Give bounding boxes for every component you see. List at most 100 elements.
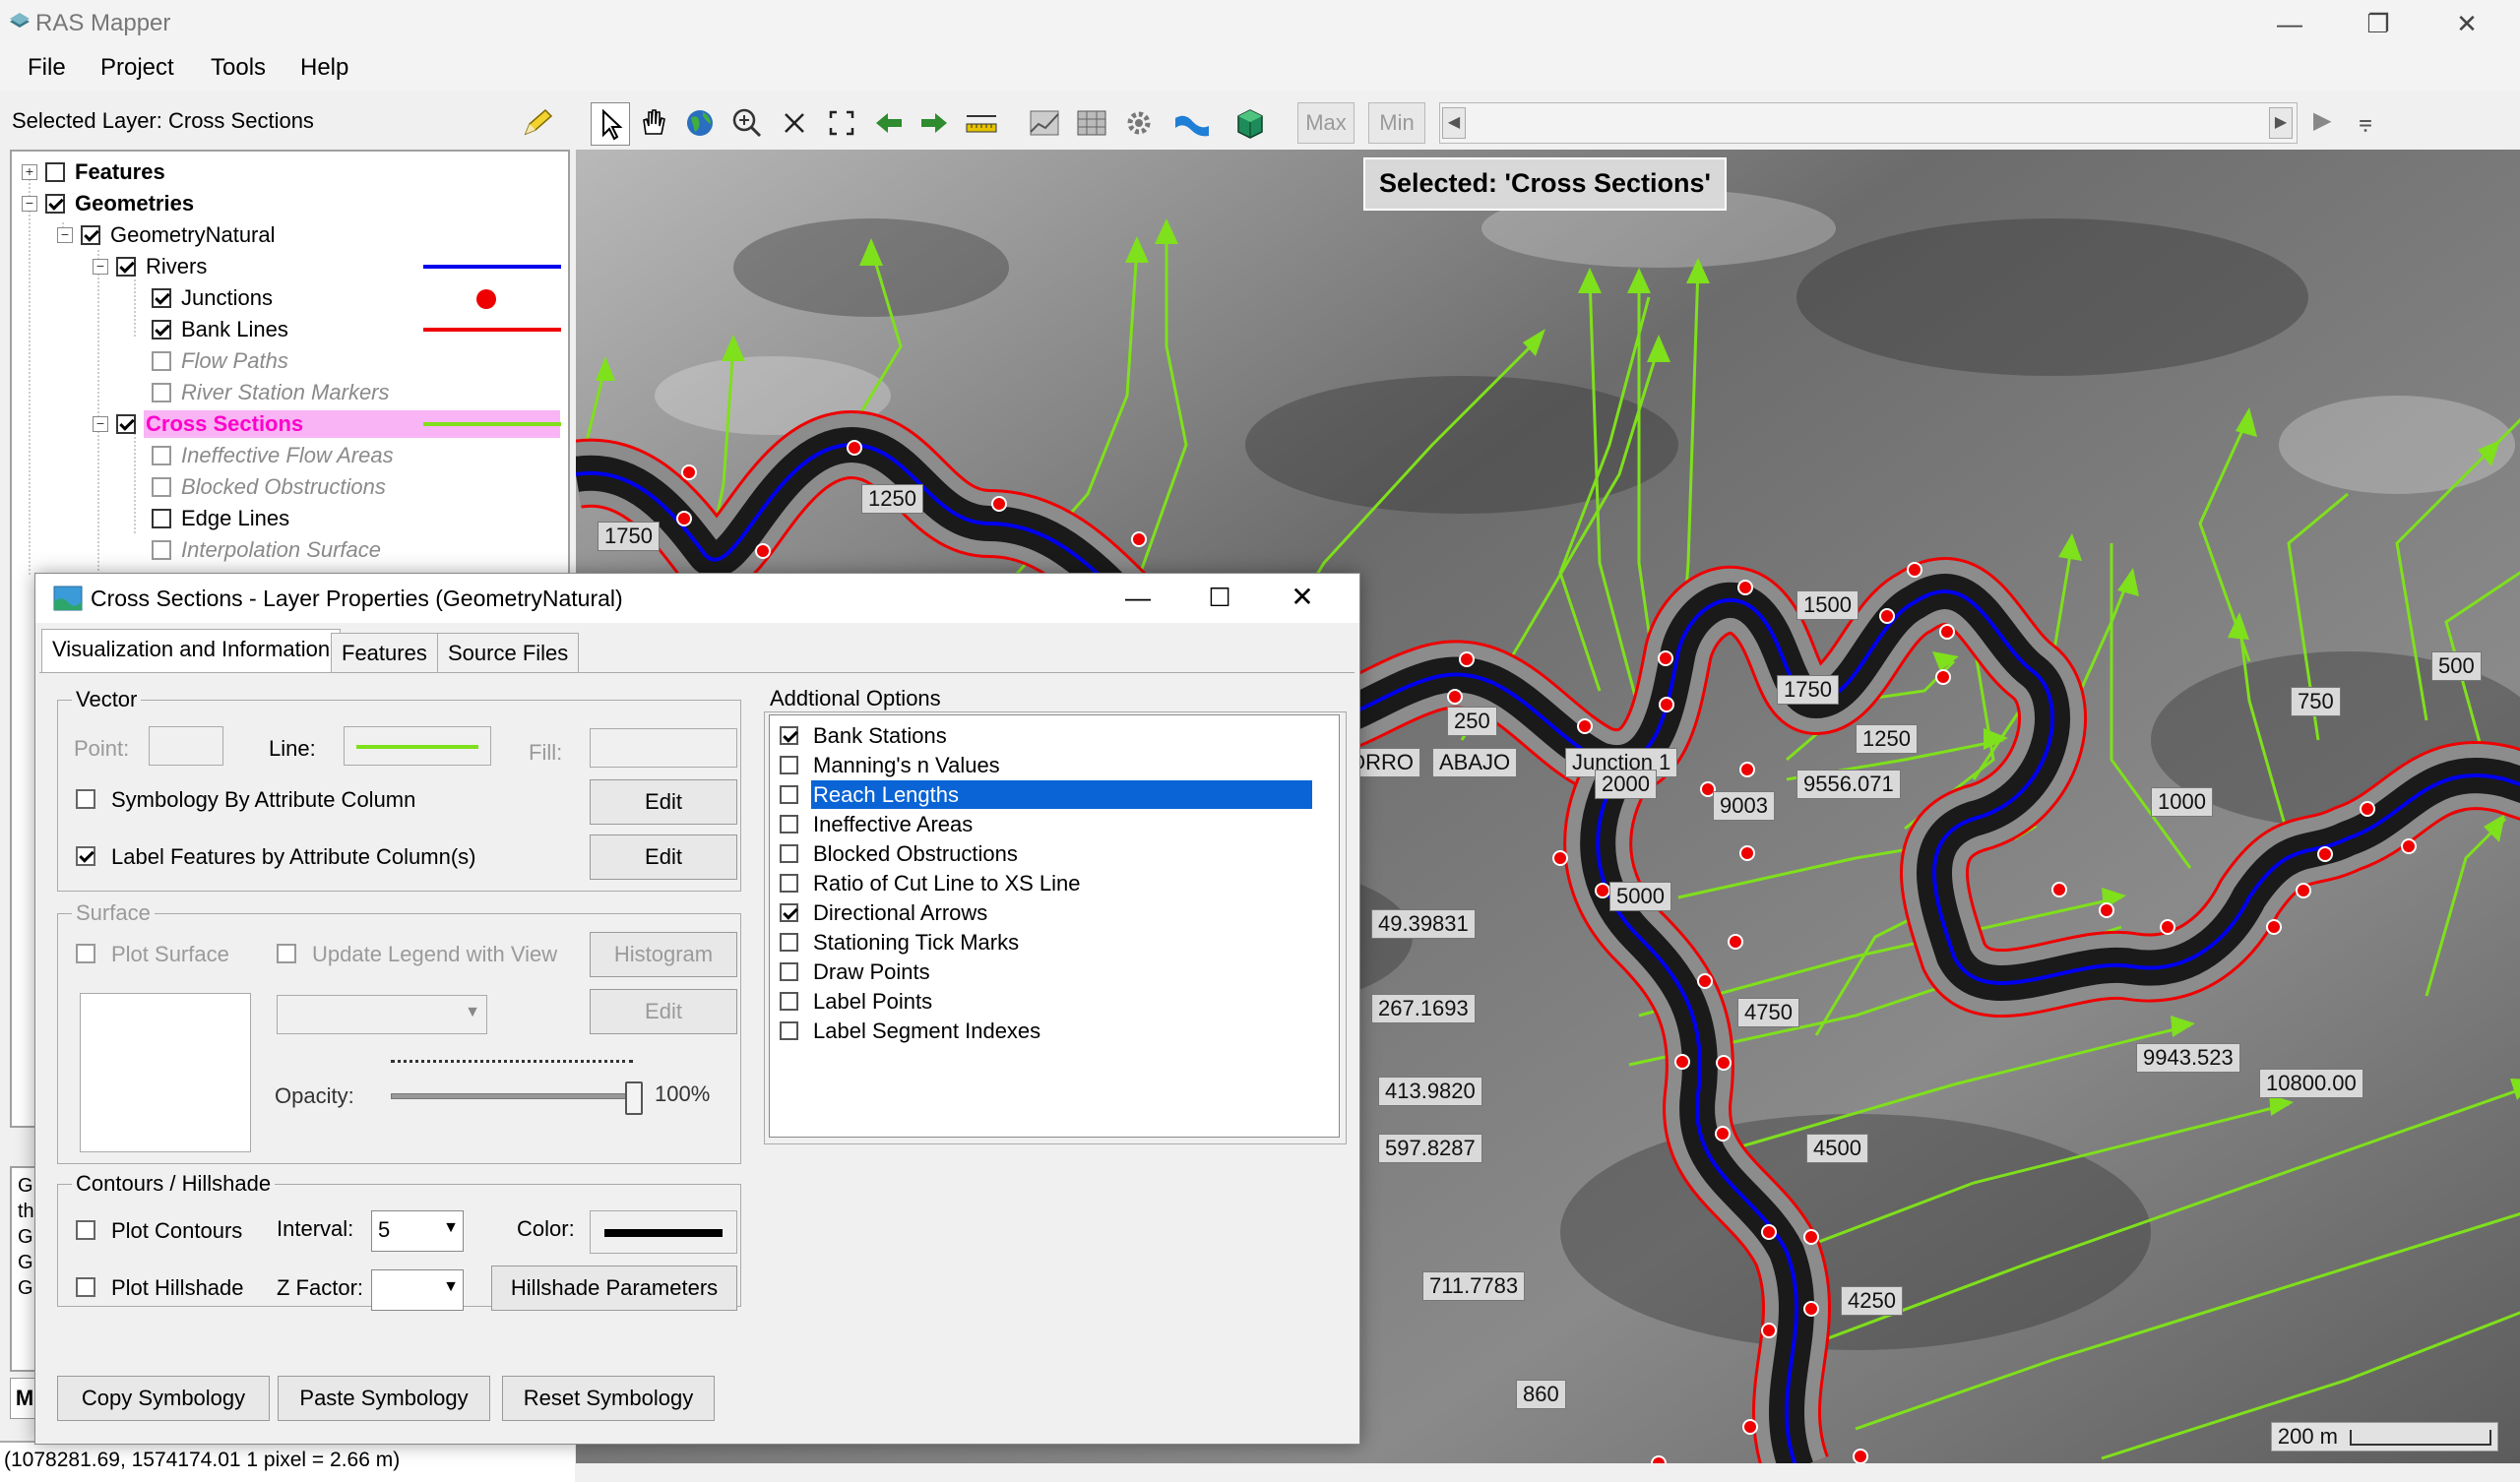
settings-gear-icon[interactable] (1120, 102, 1158, 144)
profile-plot-icon[interactable] (1026, 102, 1063, 144)
close-window-button[interactable]: ✕ (2437, 6, 2496, 41)
collapse-icon[interactable]: − (57, 227, 73, 243)
full-extent-icon[interactable] (823, 102, 860, 144)
fill-symbol-box[interactable] (590, 728, 737, 768)
expand-icon[interactable]: + (22, 164, 37, 180)
tree-item-checkbox[interactable] (45, 162, 65, 182)
histogram-button[interactable]: Histogram (590, 932, 737, 977)
paste-symbology-button[interactable]: Paste Symbology (278, 1376, 490, 1421)
tab-visualization[interactable]: Visualization and Information (41, 629, 342, 673)
hillshade-parameters-button[interactable]: Hillshade Parameters (491, 1266, 737, 1311)
3d-view-icon[interactable] (1230, 102, 1268, 144)
globe-icon[interactable] (681, 102, 719, 144)
menu-file[interactable]: File (28, 54, 66, 82)
layer-properties-dialog[interactable]: Cross Sections - Layer Properties (Geome… (34, 573, 1360, 1445)
point-symbol-box[interactable] (149, 726, 223, 766)
plot-contours-checkbox[interactable] (76, 1220, 95, 1240)
collapse-icon[interactable]: − (93, 259, 108, 275)
tree-item[interactable]: − Rivers (12, 252, 564, 281)
tree-item[interactable]: Interpolation Surface (12, 535, 564, 565)
tree-item[interactable]: Blocked Obstructions (12, 472, 564, 502)
tree-item-checkbox[interactable] (116, 414, 136, 434)
label-edit-button[interactable]: Edit (590, 834, 737, 880)
tree-item[interactable]: − Cross Sections (12, 409, 564, 439)
option-checkbox[interactable] (780, 962, 798, 981)
tree-item-checkbox[interactable] (152, 446, 171, 465)
tree-item[interactable]: Edge Lines (12, 504, 564, 533)
surface-edit-button[interactable]: Edit (590, 989, 737, 1034)
zoom-extents-icon[interactable] (776, 102, 813, 144)
tree-item-checkbox[interactable] (152, 477, 171, 497)
tree-item[interactable]: Junctions (12, 283, 564, 313)
copy-symbology-button[interactable]: Copy Symbology (57, 1376, 270, 1421)
tree-item-checkbox[interactable] (152, 383, 171, 402)
play-icon[interactable]: ▶ (2313, 106, 2331, 135)
tree-item[interactable]: Ineffective Flow Areas (12, 441, 564, 470)
tab-features[interactable]: Features (331, 633, 438, 673)
tree-item-checkbox[interactable] (152, 509, 171, 528)
update-legend-checkbox[interactable] (277, 944, 296, 963)
tree-item[interactable]: − GeometryNatural (12, 220, 564, 250)
interval-select[interactable]: 5 ▼ (371, 1210, 464, 1252)
minimize-button[interactable]: — (2260, 6, 2319, 41)
tree-item[interactable]: − Geometries (12, 189, 564, 218)
option-checkbox[interactable] (780, 874, 798, 893)
option-checkbox[interactable] (780, 815, 798, 834)
tree-item-checkbox[interactable] (152, 540, 171, 560)
slider-right-icon[interactable]: ▶ (2269, 107, 2293, 139)
option-checkbox[interactable] (780, 726, 798, 745)
plot-surface-checkbox[interactable] (76, 944, 95, 963)
dialog-maximize-button[interactable]: ☐ (1195, 580, 1244, 615)
plot-hillshade-checkbox[interactable] (76, 1277, 95, 1297)
tree-item-checkbox[interactable] (45, 194, 65, 214)
collapse-icon[interactable]: − (22, 196, 37, 212)
menu-project[interactable]: Project (100, 54, 174, 82)
measure-ruler-icon[interactable] (963, 102, 1000, 144)
z-factor-select[interactable]: ▼ (371, 1269, 464, 1311)
tree-item-checkbox[interactable] (81, 225, 100, 245)
max-button[interactable]: Max (1297, 102, 1354, 144)
menu-tools[interactable]: Tools (211, 54, 266, 82)
reset-symbology-button[interactable]: Reset Symbology (502, 1376, 715, 1421)
option-checkbox[interactable] (780, 844, 798, 863)
menu-help[interactable]: Help (300, 54, 348, 82)
opacity-slider[interactable] (391, 1093, 637, 1099)
tab-source-files[interactable]: Source Files (437, 633, 580, 673)
contour-color-box[interactable] (590, 1210, 737, 1254)
min-button[interactable]: Min (1368, 102, 1425, 144)
tree-item[interactable]: Flow Paths (12, 346, 564, 376)
time-slider[interactable]: ◀ ▶ (1439, 102, 2298, 144)
option-checkbox[interactable] (780, 785, 798, 804)
pan-hand-icon[interactable] (634, 102, 671, 144)
label-features-checkbox[interactable] (76, 846, 95, 866)
river-layer-icon[interactable] (1173, 102, 1211, 144)
tree-item-checkbox[interactable] (116, 257, 136, 277)
tree-item[interactable]: Bank Lines (12, 315, 564, 344)
tree-item-checkbox[interactable] (152, 351, 171, 371)
opacity-slider-thumb[interactable] (625, 1081, 643, 1115)
back-arrow-icon[interactable] (870, 102, 908, 144)
forward-arrow-icon[interactable] (915, 102, 953, 144)
symbology-by-attribute-checkbox[interactable] (76, 789, 95, 809)
option-checkbox[interactable] (780, 933, 798, 952)
slider-left-icon[interactable]: ◀ (1442, 107, 1466, 139)
option-checkbox[interactable] (780, 1021, 798, 1040)
surface-dropdown[interactable]: ▼ (277, 995, 487, 1034)
raster-grid-icon[interactable] (1073, 102, 1110, 144)
restore-button[interactable]: ❐ (2349, 6, 2408, 41)
option-checkbox[interactable] (780, 903, 798, 922)
tree-item-checkbox[interactable] (152, 288, 171, 308)
pencil-icon[interactable] (520, 106, 555, 140)
animation-speed-icon[interactable]: ⩦ (2359, 108, 2372, 136)
dialog-close-button[interactable]: ✕ (1278, 580, 1327, 615)
line-symbol-box[interactable] (344, 726, 491, 766)
additional-options-list[interactable]: Bank Stations Manning's n Values Reach Len… (769, 714, 1340, 1138)
option-checkbox[interactable] (780, 756, 798, 774)
tree-item[interactable]: + Features (12, 157, 564, 187)
dialog-minimize-button[interactable]: — (1113, 580, 1163, 615)
select-arrow-icon[interactable] (591, 102, 630, 146)
option-checkbox[interactable] (780, 992, 798, 1011)
tree-item-checkbox[interactable] (152, 320, 171, 340)
collapse-icon[interactable]: − (93, 416, 108, 432)
tree-item[interactable]: River Station Markers (12, 378, 564, 407)
